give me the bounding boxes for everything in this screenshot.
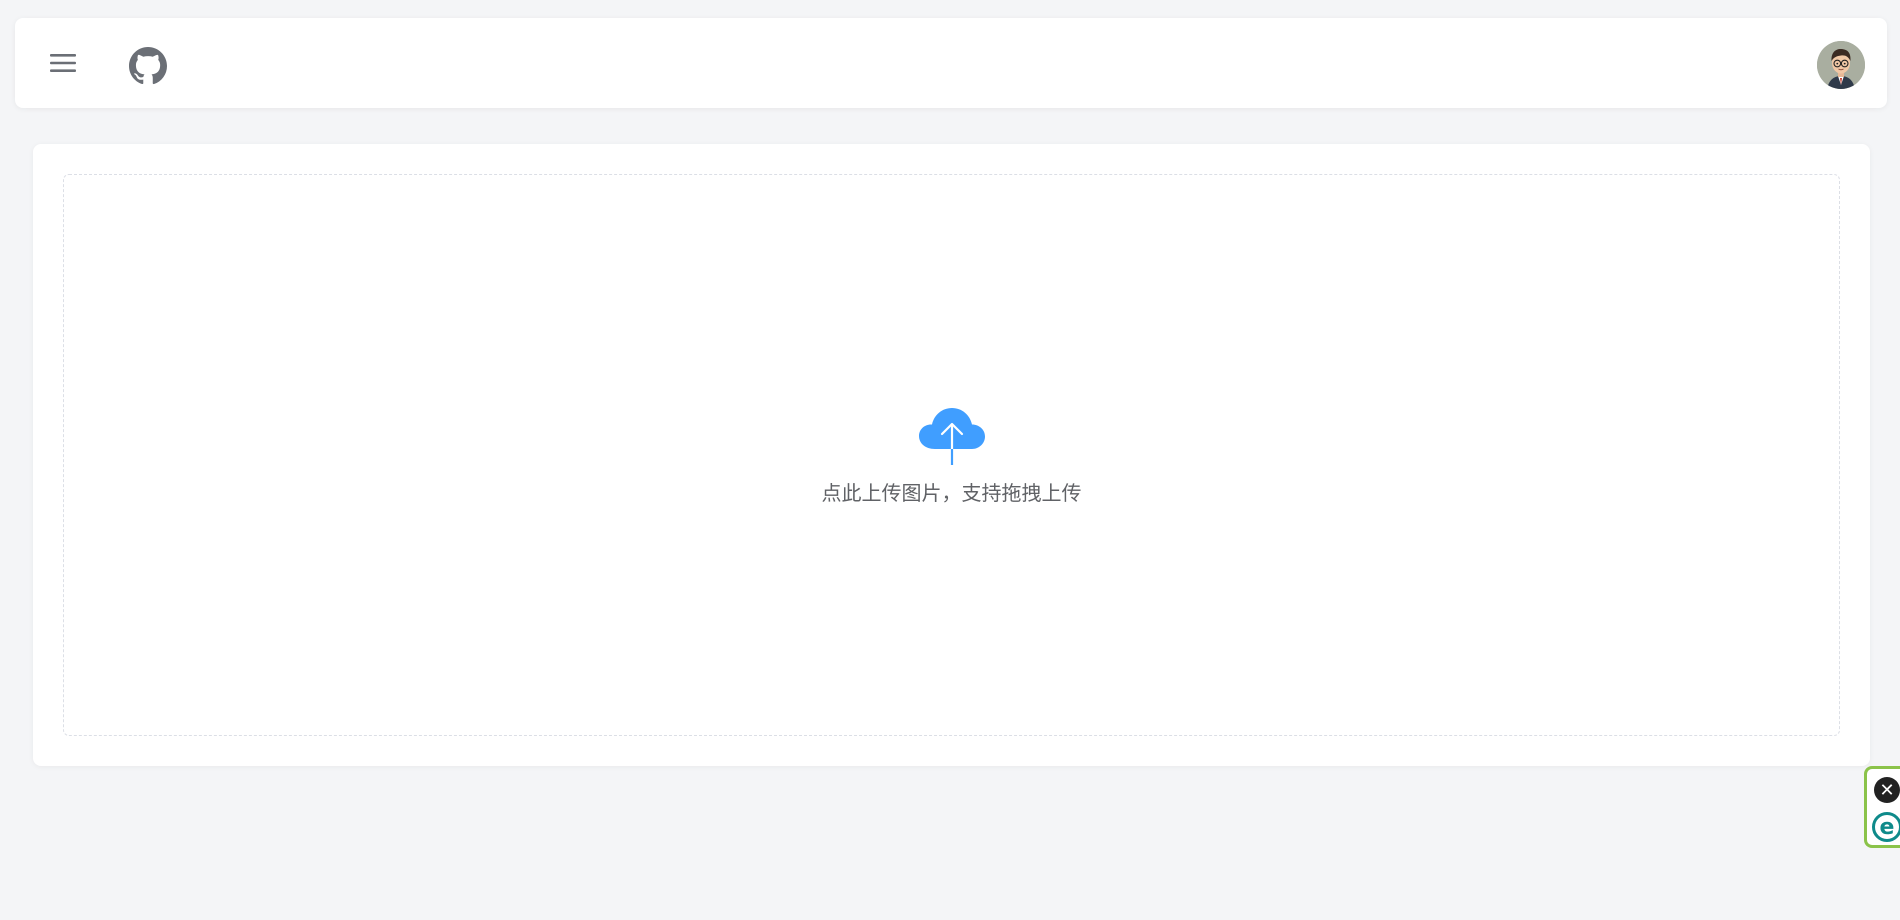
image-upload-dropzone[interactable]: 点此上传图片，支持拖拽上传	[63, 174, 1840, 736]
github-icon	[129, 47, 167, 85]
extension-logo-icon[interactable]: e	[1872, 812, 1900, 842]
upload-card: 点此上传图片，支持拖拽上传	[33, 144, 1870, 766]
upload-hint-text: 点此上传图片，支持拖拽上传	[821, 480, 1082, 505]
avatar-illustration	[1817, 41, 1865, 89]
github-link[interactable]	[128, 46, 168, 86]
cloud-upload-icon	[918, 407, 985, 465]
browser-extension-widget: ✕ e	[1864, 766, 1900, 848]
top-header	[15, 18, 1887, 108]
user-avatar[interactable]	[1817, 41, 1865, 89]
extension-close-icon[interactable]: ✕	[1874, 777, 1900, 803]
menu-toggle-button[interactable]	[45, 45, 81, 81]
hamburger-menu-icon	[50, 54, 76, 72]
